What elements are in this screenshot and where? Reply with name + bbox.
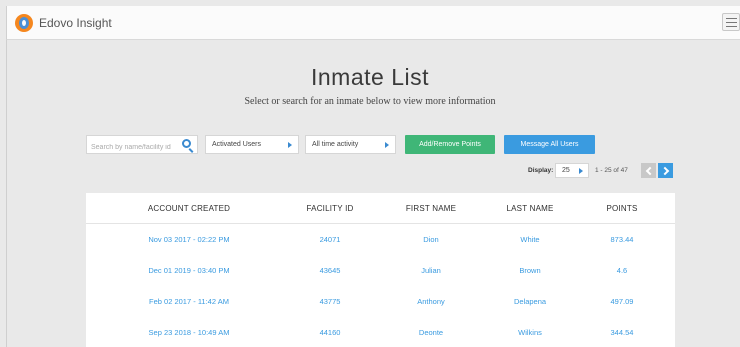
last-name-cell[interactable]: Delapena <box>482 297 578 306</box>
column-header-facility-id[interactable]: FACILITY ID <box>282 204 378 213</box>
column-header-points[interactable]: POINTS <box>574 204 670 213</box>
account-created-cell[interactable]: Dec 01 2019 - 03:40 PM <box>86 266 292 275</box>
facility-id-cell[interactable]: 44160 <box>282 328 378 337</box>
table-row[interactable]: Sep 23 2018 - 10:49 AM 44160 Deonte Wilk… <box>86 317 675 347</box>
activity-filter-dropdown[interactable]: All time activity <box>305 135 396 154</box>
last-name-cell[interactable]: White <box>482 235 578 244</box>
user-filter-dropdown[interactable]: Activated Users <box>205 135 299 154</box>
app-title: Edovo Insight <box>39 16 112 30</box>
facility-id-cell[interactable]: 43645 <box>282 266 378 275</box>
table-row[interactable]: Nov 03 2017 - 02:22 PM 24071 Dion White … <box>86 224 675 255</box>
display-label: Display: <box>528 167 554 174</box>
points-cell[interactable]: 4.6 <box>574 266 670 275</box>
search-icon[interactable] <box>182 139 191 148</box>
display-count-value: 25 <box>562 167 570 174</box>
hamburger-menu-icon[interactable] <box>722 13 740 31</box>
page-subtitle: Select or search for an inmate below to … <box>244 96 496 107</box>
account-created-cell[interactable]: Nov 03 2017 - 02:22 PM <box>86 235 292 244</box>
first-name-cell[interactable]: Dion <box>382 235 480 244</box>
account-created-cell[interactable]: Sep 23 2018 - 10:49 AM <box>86 328 292 337</box>
account-created-cell[interactable]: Feb 02 2017 - 11:42 AM <box>86 297 292 306</box>
column-header-account-created[interactable]: ACCOUNT CREATED <box>86 204 292 213</box>
first-name-cell[interactable]: Julian <box>382 266 480 275</box>
caret-right-icon <box>579 168 583 174</box>
last-name-cell[interactable]: Wilkins <box>482 328 578 337</box>
table-row[interactable]: Dec 01 2019 - 03:40 PM 43645 Julian Brow… <box>86 255 675 286</box>
facility-id-cell[interactable]: 43775 <box>282 297 378 306</box>
edovo-logo-icon <box>15 14 33 32</box>
message-all-users-button[interactable]: Message All Users <box>504 135 595 154</box>
add-remove-points-button[interactable]: Add/Remove Points <box>405 135 495 154</box>
points-cell[interactable]: 344.54 <box>574 328 670 337</box>
user-filter-value: Activated Users <box>212 141 262 148</box>
facility-id-cell[interactable]: 24071 <box>282 235 378 244</box>
activity-filter-value: All time activity <box>312 141 359 148</box>
page-title: Inmate List <box>311 64 429 90</box>
column-header-last-name[interactable]: LAST NAME <box>482 204 578 213</box>
previous-page-button[interactable] <box>641 163 656 178</box>
search-box <box>86 135 198 156</box>
first-name-cell[interactable]: Anthony <box>382 297 480 306</box>
column-header-first-name[interactable]: FIRST NAME <box>382 204 480 213</box>
next-page-button[interactable] <box>658 163 673 178</box>
first-name-cell[interactable]: Deonte <box>382 328 480 337</box>
search-input[interactable] <box>87 139 175 156</box>
points-cell[interactable]: 497.09 <box>574 297 670 306</box>
pagination-range: 1 - 25 of 47 <box>595 167 628 174</box>
points-cell[interactable]: 873.44 <box>574 235 670 244</box>
display-count-select[interactable]: 25 <box>555 163 589 178</box>
table-header: ACCOUNT CREATED FACILITY ID FIRST NAME L… <box>86 193 675 224</box>
inmate-table: ACCOUNT CREATED FACILITY ID FIRST NAME L… <box>86 193 675 347</box>
caret-right-icon <box>385 142 389 148</box>
caret-right-icon <box>288 142 292 148</box>
last-name-cell[interactable]: Brown <box>482 266 578 275</box>
top-bar: Edovo Insight <box>6 6 740 40</box>
table-row[interactable]: Feb 02 2017 - 11:42 AM 43775 Anthony Del… <box>86 286 675 317</box>
